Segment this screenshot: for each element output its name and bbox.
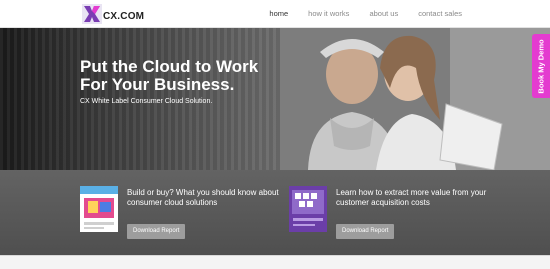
reports-band: Build or buy? What you should know about… — [0, 170, 550, 255]
nav-how-it-works[interactable]: how it works — [308, 9, 349, 18]
hero-couple-photo — [280, 28, 550, 170]
main-nav: home how it works about us contact sales — [249, 0, 550, 27]
download-report-button-2[interactable]: Download Report — [336, 224, 395, 239]
report-cover-1-icon — [80, 186, 118, 232]
hero-banner: Put the Cloud to Work For Your Business.… — [0, 28, 550, 170]
book-demo-label: Book My Demo — [536, 38, 546, 94]
nav-about-us[interactable]: about us — [369, 9, 398, 18]
cx-logo-icon[interactable] — [82, 4, 102, 24]
nav-contact-sales[interactable]: contact sales — [418, 9, 462, 18]
book-demo-button[interactable]: Book My Demo — [532, 34, 550, 98]
report-cover-2-icon — [289, 186, 327, 232]
nav-home[interactable]: home — [269, 9, 288, 18]
footer-strip — [0, 255, 550, 269]
report-1-text: Build or buy? What you should know about… — [127, 188, 279, 207]
report-2-text: Learn how to extract more value from you… — [336, 188, 487, 207]
hero-title: Put the Cloud to Work For Your Business. — [80, 57, 259, 94]
download-report-button-1[interactable]: Download Report — [127, 224, 186, 239]
logo-text[interactable]: CX.COM — [103, 11, 144, 22]
header: CX.COM home how it works about us contac… — [0, 0, 550, 28]
hero-subtitle: CX White Label Consumer Cloud Solution. — [80, 98, 213, 105]
